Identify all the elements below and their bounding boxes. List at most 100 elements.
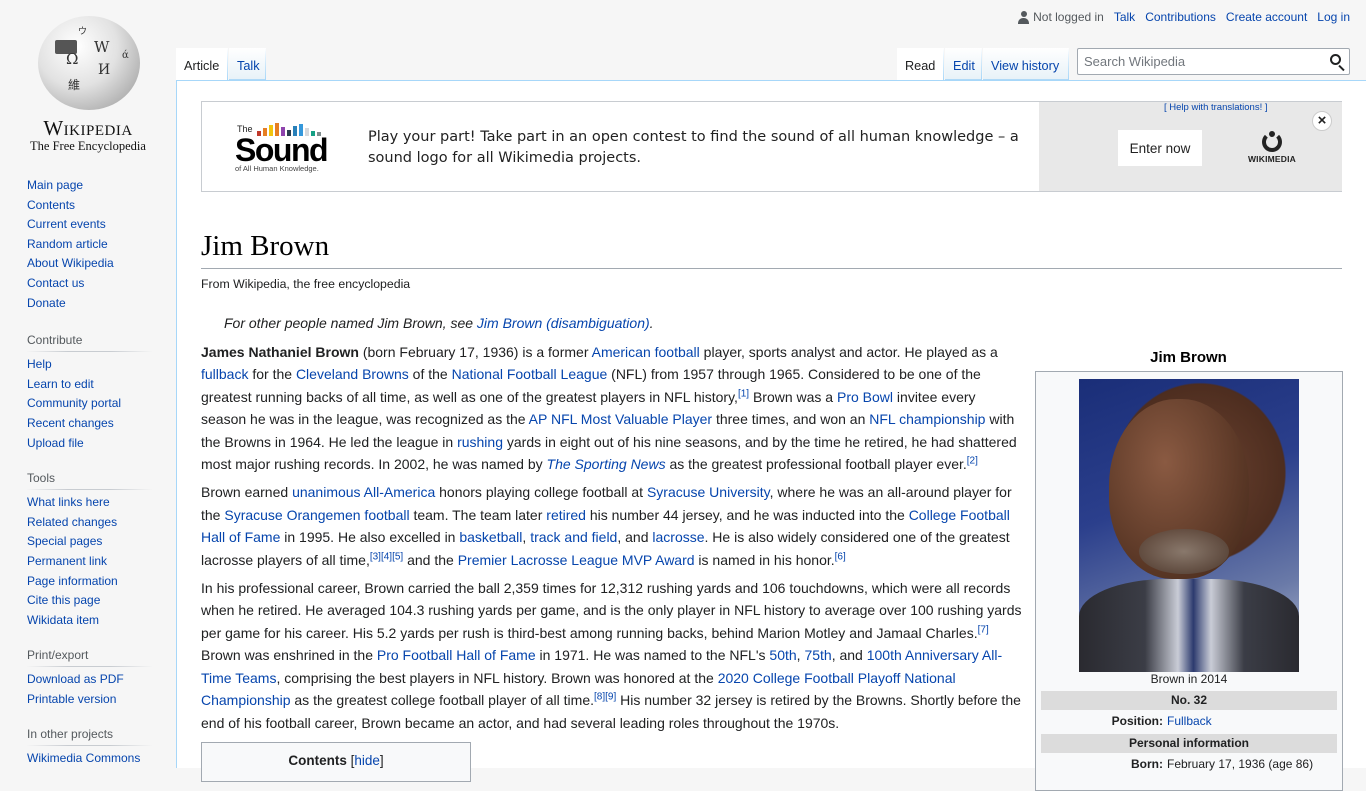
sidebar-link[interactable]: Wikidata item xyxy=(27,613,99,627)
sidebar-item-permanent-link[interactable]: Permanent link xyxy=(27,552,152,572)
sidebar-item-contact-us[interactable]: Contact us xyxy=(27,274,152,294)
sidebar-item-help[interactable]: Help xyxy=(27,355,152,375)
sidebar-item-download-as-pdf[interactable]: Download as PDF xyxy=(27,670,152,690)
photo-beard xyxy=(1139,529,1229,574)
help-with-translations-link[interactable]: [ Help with translations! ] xyxy=(1164,102,1268,113)
sidebar-link[interactable]: Printable version xyxy=(27,692,116,706)
sidebar-link[interactable]: What links here xyxy=(27,495,110,509)
sidebar-link[interactable]: Current events xyxy=(27,217,106,231)
article-text: as the greatest professional football pl… xyxy=(665,456,967,473)
sidebar-item-related-changes[interactable]: Related changes xyxy=(27,513,152,533)
sidebar-link[interactable]: Upload file xyxy=(27,436,84,450)
sidebar-link[interactable]: Download as PDF xyxy=(27,672,124,686)
citation-link[interactable]: [6] xyxy=(835,551,846,562)
sidebar-item-current-events[interactable]: Current events xyxy=(27,215,152,235)
sidebar-link[interactable]: About Wikipedia xyxy=(27,256,114,270)
sidebar-link[interactable]: Random article xyxy=(27,237,108,251)
sidebar-item-cite-this-page[interactable]: Cite this page xyxy=(27,591,152,611)
sidebar-link[interactable]: Recent changes xyxy=(27,416,114,430)
sidebar-link[interactable]: Donate xyxy=(27,296,66,310)
tab-read[interactable]: Read xyxy=(897,48,944,80)
sidebar-item-random-article[interactable]: Random article xyxy=(27,235,152,255)
wiki-link-national-football-league[interactable]: National Football League xyxy=(452,366,608,382)
article-text: three times, and won an xyxy=(712,411,870,428)
wiki-link-75th[interactable]: 75th xyxy=(804,647,831,663)
citation[interactable]: [7] xyxy=(978,624,989,635)
close-banner-icon[interactable]: × xyxy=(1312,111,1332,131)
citation[interactable]: [6] xyxy=(835,551,846,562)
sidebar-item-learn-to-edit[interactable]: Learn to edit xyxy=(27,375,152,395)
search-icon[interactable] xyxy=(1330,54,1341,65)
personal-talk-link[interactable]: Talk xyxy=(1114,10,1135,24)
sidebar-link[interactable]: Page information xyxy=(27,574,118,588)
wiki-link-syracuse-orangemen-football[interactable]: Syracuse Orangemen football xyxy=(224,507,409,523)
tab-view-history[interactable]: View history xyxy=(983,48,1069,80)
sidebar-link[interactable]: Learn to edit xyxy=(27,377,94,391)
citation[interactable]: [3][4][5] xyxy=(370,551,403,562)
toc-hide-link[interactable]: hide xyxy=(354,753,380,768)
wiki-link-lacrosse[interactable]: lacrosse xyxy=(652,529,704,545)
citation[interactable]: [1] xyxy=(738,388,749,399)
wiki-link-fullback[interactable]: fullback xyxy=(201,366,248,382)
wiki-link-cleveland-browns[interactable]: Cleveland Browns xyxy=(296,366,409,382)
sidebar-item-page-information[interactable]: Page information xyxy=(27,572,152,592)
citation-link[interactable]: [8][9] xyxy=(594,691,616,702)
wiki-link-pro-football-hall-of-fame[interactable]: Pro Football Hall of Fame xyxy=(377,647,536,663)
citation-link[interactable]: [7] xyxy=(978,624,989,635)
sidebar-link[interactable]: Main page xyxy=(27,178,83,192)
toc-toggle[interactable]: [hide] xyxy=(351,753,384,768)
citation[interactable]: [2] xyxy=(967,455,978,466)
enter-now-button[interactable]: Enter now xyxy=(1118,130,1202,166)
infobox-image[interactable] xyxy=(1079,379,1299,672)
sidebar-link[interactable]: Permanent link xyxy=(27,554,107,568)
sidebar-item-main-page[interactable]: Main page xyxy=(27,176,152,196)
wiki-link-nfl-championship[interactable]: NFL championship xyxy=(869,411,985,427)
search-input[interactable] xyxy=(1078,49,1318,74)
wiki-link-the-sporting-news[interactable]: The Sporting News xyxy=(547,456,666,472)
sidebar-link[interactable]: Help xyxy=(27,357,52,371)
wiki-link-syracuse-university[interactable]: Syracuse University xyxy=(647,484,770,500)
tab-article[interactable]: Article xyxy=(176,48,228,80)
sidebar-link[interactable]: Contents xyxy=(27,198,75,212)
sidebar-item-what-links-here[interactable]: What links here xyxy=(27,493,152,513)
sidebar-item-community-portal[interactable]: Community portal xyxy=(27,394,152,414)
article-text: , and xyxy=(617,529,653,546)
sidebar-link[interactable]: Contact us xyxy=(27,276,84,290)
wiki-link-pro-bowl[interactable]: Pro Bowl xyxy=(837,389,893,405)
sidebar-item-recent-changes[interactable]: Recent changes xyxy=(27,414,152,434)
sidebar-item-contents[interactable]: Contents xyxy=(27,196,152,216)
contributions-link[interactable]: Contributions xyxy=(1145,10,1216,24)
wikipedia-logo[interactable]: Ω W И 維 ウ ά Wikipedia The Free Encyclope… xyxy=(0,0,176,160)
log-in-link[interactable]: Log in xyxy=(1317,10,1350,24)
wiki-link-american-football[interactable]: American football xyxy=(592,344,700,360)
wiki-link-50th[interactable]: 50th xyxy=(769,647,796,663)
sidebar-link[interactable]: Related changes xyxy=(27,515,117,529)
sidebar-item-printable-version[interactable]: Printable version xyxy=(27,690,152,710)
wiki-link-basketball[interactable]: basketball xyxy=(459,529,522,545)
sidebar-link[interactable]: Cite this page xyxy=(27,593,100,607)
tab-edit[interactable]: Edit xyxy=(945,48,982,80)
sidebar-link[interactable]: Special pages xyxy=(27,534,102,548)
citation-link[interactable]: [1] xyxy=(738,388,749,399)
wiki-link-retired[interactable]: retired xyxy=(546,507,586,523)
sidebar-item-upload-file[interactable]: Upload file xyxy=(27,434,152,454)
sidebar-item-wikimedia-commons[interactable]: Wikimedia Commons xyxy=(27,749,152,769)
citation-link[interactable]: [3][4][5] xyxy=(370,551,403,562)
wiki-link-rushing[interactable]: rushing xyxy=(457,434,503,450)
sidebar-item-wikidata-item[interactable]: Wikidata item xyxy=(27,611,152,631)
wiki-link-premier-lacrosse-league-mvp-award[interactable]: Premier Lacrosse League MVP Award xyxy=(458,552,695,568)
sidebar-link[interactable]: Community portal xyxy=(27,396,121,410)
create-account-link[interactable]: Create account xyxy=(1226,10,1307,24)
sidebar-item-donate[interactable]: Donate xyxy=(27,294,152,314)
wiki-link-ap-nfl-most-valuable-player[interactable]: AP NFL Most Valuable Player xyxy=(529,411,712,427)
position-link[interactable]: Fullback xyxy=(1167,712,1212,731)
disambiguation-link[interactable]: Jim Brown (disambiguation) xyxy=(477,315,650,331)
wiki-link-unanimous-all-america[interactable]: unanimous All-America xyxy=(292,484,435,500)
sidebar-item-special-pages[interactable]: Special pages xyxy=(27,532,152,552)
citation-link[interactable]: [2] xyxy=(967,455,978,466)
sidebar-item-about-wikipedia[interactable]: About Wikipedia xyxy=(27,254,152,274)
citation[interactable]: [8][9] xyxy=(594,691,616,702)
sidebar-link[interactable]: Wikimedia Commons xyxy=(27,751,140,765)
wiki-link-track-and-field[interactable]: track and field xyxy=(530,529,617,545)
tab-talk[interactable]: Talk xyxy=(229,48,266,80)
